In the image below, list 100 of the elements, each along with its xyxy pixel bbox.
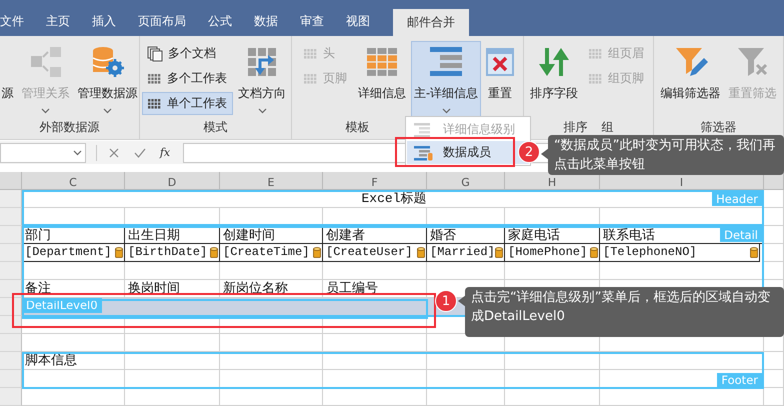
empty-cell <box>764 388 784 406</box>
column-header[interactable]: G <box>427 172 505 190</box>
row-header[interactable] <box>0 298 22 316</box>
row-header[interactable] <box>0 262 22 280</box>
grid-icon <box>588 72 603 86</box>
menu-tab[interactable]: 审查 <box>289 9 335 34</box>
caret-icon <box>103 108 112 114</box>
funnel-pencil-icon <box>674 46 708 78</box>
grid-icon <box>588 46 603 60</box>
bars-icon <box>429 46 463 78</box>
column-header[interactable]: D <box>125 172 220 190</box>
column-header[interactable]: H <box>505 172 600 190</box>
callout-tooltip: 点击完“详细信息级别”菜单后，框选后的区域自动变成DetailLevel0 <box>465 287 784 337</box>
field-placeholder: [TelephoneNO] <box>603 244 697 261</box>
grid-icon <box>302 46 318 60</box>
ribbon-button[interactable]: 多个文档 <box>142 42 233 65</box>
row-header[interactable] <box>0 226 22 244</box>
pages-icon <box>147 46 163 62</box>
field-placeholder: [HomePhone] <box>508 244 588 261</box>
group-label: 筛选器 <box>700 119 736 136</box>
row-header[interactable] <box>0 370 22 388</box>
table-cell: 脚本信息 <box>22 352 125 370</box>
ribbon-button[interactable]: 多个工作表 <box>142 67 233 90</box>
callout-tooltip: “数据成员”此时变为可用状态，我们再点击此菜单按钮 <box>548 135 784 175</box>
menu-tab[interactable]: 视图 <box>335 9 381 34</box>
field-placeholder: [Department] <box>25 244 112 261</box>
table-cell: 婚否 <box>427 226 505 244</box>
ribbon-button[interactable]: 详细信息 <box>354 41 409 119</box>
menu-tab[interactable]: 邮件合并 <box>393 9 469 36</box>
menu-tab[interactable]: 插入 <box>81 9 127 34</box>
band-label: Header <box>712 192 762 206</box>
row-header[interactable] <box>0 352 22 370</box>
empty-cell <box>764 352 784 370</box>
row-header[interactable] <box>0 388 22 406</box>
up-down-arrows-icon <box>537 46 571 78</box>
database-icon <box>495 246 503 258</box>
menu-tab[interactable]: 数据 <box>243 9 289 34</box>
column-header[interactable]: C <box>22 172 125 190</box>
group-label: 模式 <box>204 119 228 136</box>
group-label: 模板 <box>346 119 370 136</box>
row-header[interactable] <box>0 190 22 208</box>
ribbon-button[interactable]: 文档方向 <box>235 41 289 119</box>
field-placeholder: [Married] <box>430 244 495 261</box>
table-cell: 创建时间 <box>220 226 323 244</box>
database-icon <box>417 246 425 258</box>
ribbon-button[interactable]: 主-详细信息 <box>410 41 482 119</box>
field-placeholder: [BirthDate] <box>128 244 208 261</box>
group-label: 组 <box>602 119 614 136</box>
field-placeholder: [CreateTime] <box>223 244 310 261</box>
row-header[interactable] <box>0 334 22 352</box>
database-icon <box>590 246 598 258</box>
ribbon-button[interactable]: 源 <box>0 41 16 119</box>
empty-cell <box>764 370 784 388</box>
table-cell: 部门 <box>22 226 125 244</box>
ribbon-button[interactable]: 单个工作表 <box>142 92 233 115</box>
grid-arrow-icon <box>246 46 278 78</box>
bars-icon <box>413 122 433 138</box>
cancel-icon[interactable] <box>107 146 121 160</box>
row-header[interactable] <box>0 244 22 262</box>
field-placeholder: [CreateUser] <box>326 244 412 261</box>
grid-icon <box>147 96 162 110</box>
menu-tab[interactable]: 文件 <box>0 9 35 34</box>
menu-tab[interactable]: 公式 <box>197 9 243 34</box>
group-label: 外部数据源 <box>40 119 100 136</box>
column-header[interactable]: F <box>323 172 427 190</box>
ribbon-button[interactable]: 排序字段 <box>527 41 581 119</box>
caret-icon <box>258 108 266 114</box>
ribbon-button[interactable]: 管理数据源 <box>74 41 140 119</box>
empty-cell <box>764 190 784 208</box>
table-cell: 创建者 <box>323 226 427 244</box>
caret-icon <box>442 108 450 114</box>
row-header[interactable] <box>0 280 22 298</box>
empty-cell <box>764 208 784 226</box>
column-header[interactable]: E <box>220 172 323 190</box>
table-cell: 出生日期 <box>125 226 220 244</box>
empty-cell <box>764 244 784 262</box>
caret-icon <box>41 108 50 114</box>
database-gear-icon <box>90 46 124 78</box>
funnel-x-icon <box>736 46 770 78</box>
empty-cell <box>764 226 784 244</box>
band-label: Footer <box>717 373 762 387</box>
database-icon <box>750 246 758 258</box>
table-cell: 家庭电话 <box>505 226 600 244</box>
ribbon-button[interactable]: 编辑筛选器 <box>658 41 724 119</box>
caret-icon[interactable] <box>73 150 82 156</box>
database-icon <box>313 246 321 258</box>
corner-cell[interactable] <box>0 172 22 190</box>
grid-icon <box>147 72 162 86</box>
row-header[interactable] <box>0 316 22 334</box>
row-header[interactable] <box>0 208 22 226</box>
menu-tab[interactable]: 主页 <box>35 9 81 34</box>
function-button[interactable]: fx <box>157 146 173 159</box>
bars-cylinder-icon <box>413 144 433 160</box>
boxes-arrows-icon <box>28 46 62 78</box>
window-x-icon <box>486 47 514 77</box>
table-grid-icon <box>366 47 398 77</box>
menu-tab[interactable]: 页面布局 <box>127 9 197 34</box>
grid-icon <box>302 72 318 86</box>
band-label: Detail <box>720 228 762 242</box>
database-icon <box>115 246 123 258</box>
